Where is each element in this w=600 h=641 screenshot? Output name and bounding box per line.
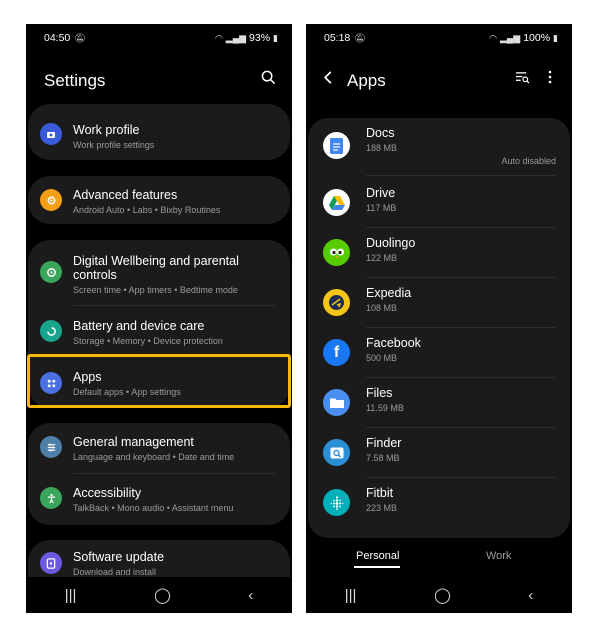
app-row-expedia[interactable]: Expedia 108 MB xyxy=(308,278,570,328)
app-row-duolingo[interactable]: Duolingo 122 MB xyxy=(308,228,570,278)
status-time: 04:50 xyxy=(44,32,71,44)
gear-plus-icon xyxy=(40,189,62,211)
app-row-docs[interactable]: Docs 188 MB Auto disabled xyxy=(308,118,570,176)
battery-percent: 100% xyxy=(523,32,551,44)
app-name: Docs xyxy=(366,126,395,140)
app-name: Duolingo xyxy=(366,236,416,250)
settings-item-general-management[interactable]: General management Language and keyboard… xyxy=(28,423,290,473)
page-title: Apps xyxy=(347,71,386,90)
item-subtitle: Screen time • App timers • Bedtime mode xyxy=(73,285,238,295)
recent-apps-icon[interactable]: ||| xyxy=(345,587,357,604)
app-size: 11.59 MB xyxy=(366,403,404,413)
sliders-icon xyxy=(40,436,62,458)
drive-icon xyxy=(323,189,350,216)
settings-item-battery-device-care[interactable]: Battery and device care Storage • Memory… xyxy=(28,306,290,356)
item-subtitle: Language and keyboard • Date and time xyxy=(73,452,235,462)
battery-percent: 93% xyxy=(249,32,271,44)
item-title: Digital Wellbeing and parental controls xyxy=(73,254,239,282)
docs-icon xyxy=(323,132,350,159)
back-arrow-icon[interactable] xyxy=(322,70,334,90)
more-options-icon[interactable] xyxy=(548,70,552,89)
profile-tabs: Personal Work xyxy=(306,548,572,572)
app-size: 122 MB xyxy=(366,253,398,263)
app-size: 223 MB xyxy=(366,503,398,513)
card-group-management: General management Language and keyboard… xyxy=(28,423,290,525)
item-title: Work profile xyxy=(73,123,140,137)
settings-item-work-profile[interactable]: Work profile Work profile settings xyxy=(28,104,290,160)
app-name: Files xyxy=(366,386,393,400)
app-size: 108 MB xyxy=(366,303,398,313)
signal-icon: ▂▄▆ xyxy=(225,32,247,43)
facebook-icon: f xyxy=(323,339,350,366)
wellbeing-icon xyxy=(40,261,62,283)
accessibility-icon xyxy=(40,487,62,509)
settings-item-accessibility[interactable]: Accessibility TalkBack • Mono audio • As… xyxy=(28,474,290,525)
app-name: Finder xyxy=(366,436,402,450)
back-icon[interactable]: ‹ xyxy=(248,587,253,604)
finder-icon xyxy=(323,439,350,466)
settings-item-advanced-features[interactable]: Advanced features Android Auto • Labs • … xyxy=(28,176,290,224)
back-icon[interactable]: ‹ xyxy=(528,587,533,604)
app-row-facebook[interactable]: f Facebook 500 MB xyxy=(308,328,570,378)
fitbit-icon xyxy=(323,489,350,516)
app-row-drive[interactable]: Drive 117 MB xyxy=(308,178,570,228)
filter-sort-icon[interactable] xyxy=(515,71,530,89)
app-size: 188 MB xyxy=(366,143,398,153)
tab-work[interactable]: Work xyxy=(486,550,511,562)
home-icon[interactable]: ◯ xyxy=(434,586,451,604)
settings-item-digital-wellbeing[interactable]: Digital Wellbeing and parental controls … xyxy=(28,240,290,300)
item-subtitle: Work profile settings xyxy=(73,140,155,150)
status-time: 05:18 xyxy=(324,32,351,44)
duolingo-icon xyxy=(323,239,350,266)
divider xyxy=(366,175,556,176)
app-size: 7.58 MB xyxy=(366,453,400,463)
status-bar: 05:18 🔕︎ ◠ ▂▄▆ 100% ▮ xyxy=(324,31,558,45)
recent-apps-icon[interactable]: ||| xyxy=(65,587,77,604)
tab-indicator xyxy=(354,566,400,568)
app-name: Fitbit xyxy=(366,486,394,500)
app-name: Drive xyxy=(366,186,396,200)
expedia-icon xyxy=(323,289,350,316)
item-title: Software update xyxy=(73,550,165,564)
app-name: Expedia xyxy=(366,286,412,300)
page-title: Settings xyxy=(44,71,106,90)
files-icon xyxy=(323,389,350,416)
app-row-finder[interactable]: Finder 7.58 MB xyxy=(308,428,570,478)
settings-screen: 04:50 🔕︎ ◠ ▂▄▆ 93% ▮ Settings Work profile W… xyxy=(26,24,292,613)
work-profile-icon xyxy=(40,123,62,145)
app-size: 117 MB xyxy=(366,203,397,213)
app-row-fitbit[interactable]: Fitbit 223 MB xyxy=(308,478,570,528)
battery-icon: ▮ xyxy=(553,32,558,43)
item-subtitle: TalkBack • Mono audio • Assistant menu xyxy=(73,503,234,513)
wifi-icon: ◠ xyxy=(214,32,223,43)
battery-icon: ▮ xyxy=(273,32,278,43)
item-title: Accessibility xyxy=(73,486,142,500)
search-icon[interactable] xyxy=(261,70,276,90)
item-subtitle: Android Auto • Labs • Bixby Routines xyxy=(73,205,221,215)
mute-icon: 🔕︎ xyxy=(354,32,366,43)
item-subtitle: Storage • Memory • Device protection xyxy=(73,336,223,346)
mute-icon: 🔕︎ xyxy=(74,32,86,43)
card-work-profile: Work profile Work profile settings xyxy=(28,104,290,160)
software-update-icon xyxy=(40,552,62,574)
item-title: General management xyxy=(73,435,194,449)
app-status: Auto disabled xyxy=(501,156,556,166)
apps-list: Docs 188 MB Auto disabled Drive 117 MB D… xyxy=(308,118,570,538)
item-title: Battery and device care xyxy=(73,319,205,333)
device-care-icon xyxy=(40,320,62,342)
apps-screen: 05:18 🔕︎ ◠ ▂▄▆ 100% ▮ Apps Docs 188 MB Auto … xyxy=(306,24,572,613)
card-advanced: Advanced features Android Auto • Labs • … xyxy=(28,176,290,224)
navigation-bar: ||| ◯ ‹ xyxy=(306,577,572,613)
app-row-files[interactable]: Files 11.59 MB xyxy=(308,378,570,428)
item-title: Advanced features xyxy=(73,188,178,202)
status-bar: 04:50 🔕︎ ◠ ▂▄▆ 93% ▮ xyxy=(44,31,278,45)
wifi-icon: ◠ xyxy=(489,32,497,43)
navigation-bar: ||| ◯ ‹ xyxy=(26,577,292,613)
app-name: Facebook xyxy=(366,336,421,350)
signal-icon: ▂▄▆ xyxy=(499,32,521,43)
app-size: 500 MB xyxy=(366,353,398,363)
tab-personal[interactable]: Personal xyxy=(356,550,399,562)
home-icon[interactable]: ◯ xyxy=(154,586,171,604)
highlight-apps xyxy=(27,354,291,408)
